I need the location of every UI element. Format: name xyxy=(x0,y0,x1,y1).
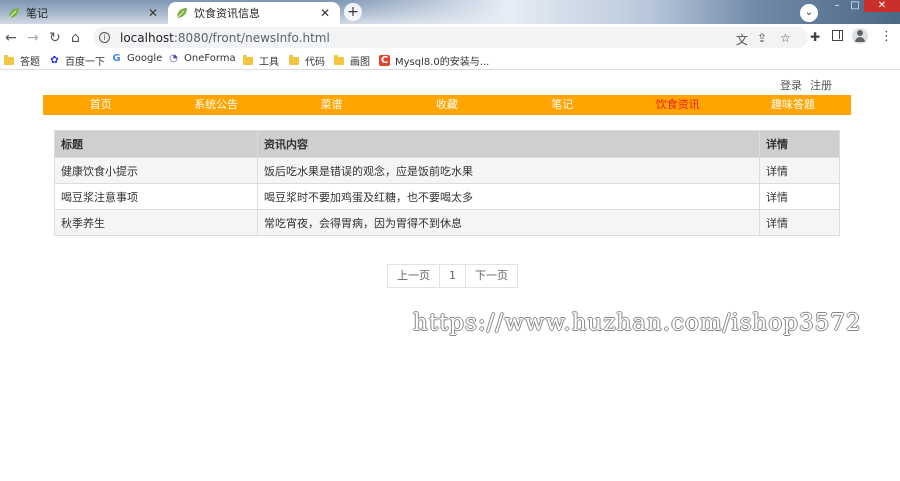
bookmark-label: 百度一下 xyxy=(65,57,105,68)
folder-icon xyxy=(243,54,253,65)
cell-title: 健康饮食小提示 xyxy=(54,157,258,184)
column-header-content: 资讯内容 xyxy=(257,130,760,158)
cell-title: 秋季养生 xyxy=(54,209,258,236)
tab-title: 笔记 xyxy=(26,7,48,20)
leaf-icon xyxy=(176,8,187,19)
folder-icon xyxy=(334,54,344,65)
nav-item-recipes[interactable]: 菜谱 xyxy=(274,95,389,115)
bookmark-folder[interactable]: 代码 xyxy=(289,53,325,68)
profile-avatar-icon[interactable] xyxy=(852,28,868,44)
close-tab-icon[interactable]: ✕ xyxy=(146,6,160,20)
main-nav: 首页 系统公告 菜谱 收藏 笔记 饮食资讯 趣味答题 xyxy=(43,95,851,115)
cell-title: 喝豆浆注意事项 xyxy=(54,183,258,210)
watermark-text: https://www.huzhan.com/ishop3572 xyxy=(413,310,862,336)
new-tab-button[interactable]: + xyxy=(344,3,362,21)
maximize-icon[interactable]: □ xyxy=(846,0,864,12)
tab-news-info[interactable]: 饮食资讯信息 ✕ xyxy=(168,2,340,24)
back-arrow-icon[interactable]: ← xyxy=(5,30,17,46)
browser-tab-bar: 笔记 ✕ 饮食资讯信息 ✕ + ⌄ – □ ✕ xyxy=(0,0,900,24)
bookmark-folder[interactable]: 工具 xyxy=(243,53,279,68)
bookmarks-bar: 答题 ✿ 百度一下 G Google ◔ OneForma 工具 代码 画图 C… xyxy=(0,50,900,70)
kebab-menu-icon[interactable]: ⋮ xyxy=(880,29,893,44)
nav-item-announcements[interactable]: 系统公告 xyxy=(158,95,273,115)
site-info-icon[interactable]: i xyxy=(99,32,110,43)
login-link[interactable]: 登录 xyxy=(780,79,802,92)
table-header-row: 标题 资讯内容 详情 xyxy=(54,130,840,158)
home-icon[interactable]: ⌂ xyxy=(71,30,80,46)
url-bar[interactable]: i localhost:8080/front/newsInfo.html ⽂ ⇪… xyxy=(93,27,808,48)
column-header-title: 标题 xyxy=(54,130,258,158)
bookmark-label: 工具 xyxy=(259,57,279,68)
tab-notes[interactable]: 笔记 ✕ xyxy=(0,2,168,24)
bookmark-label: Mysql8.0的安装与... xyxy=(395,57,490,68)
nav-item-quiz[interactable]: 趣味答题 xyxy=(735,95,850,115)
news-table: 标题 资讯内容 详情 健康饮食小提示 饭后吃水果是错误的观念，应是饭前吃水果 详… xyxy=(54,130,840,236)
detail-link[interactable]: 详情 xyxy=(759,183,840,210)
leaf-icon xyxy=(8,8,19,19)
cell-content: 常吃宵夜，会得胃病，因为胃得不到休息 xyxy=(257,209,760,236)
table-row: 喝豆浆注意事项 喝豆浆时不要加鸡蛋及红糖，也不要喝太多 详情 xyxy=(54,183,840,210)
url-host: localhost xyxy=(120,30,174,45)
cell-content: 喝豆浆时不要加鸡蛋及红糖，也不要喝太多 xyxy=(257,183,760,210)
url-path: :8080/front/newsInfo.html xyxy=(173,30,330,45)
bookmark-link[interactable]: C Mysql8.0的安装与... xyxy=(379,53,489,68)
detail-link[interactable]: 详情 xyxy=(759,157,840,184)
google-icon: G xyxy=(112,53,121,64)
bookmark-link[interactable]: ◔ OneForma xyxy=(168,53,236,64)
extensions-icon[interactable]: ✚ xyxy=(810,30,820,44)
bookmark-folder[interactable]: 画图 xyxy=(334,53,370,68)
auth-links: 登录 注册 xyxy=(780,77,840,93)
register-link[interactable]: 注册 xyxy=(810,79,832,92)
address-toolbar: ← → ↻ ⌂ i localhost:8080/front/newsInfo.… xyxy=(0,24,900,50)
detail-link[interactable]: 详情 xyxy=(759,209,840,236)
minimize-icon[interactable]: – xyxy=(828,0,846,12)
bookmark-label: 画图 xyxy=(350,57,370,68)
nav-item-home[interactable]: 首页 xyxy=(43,95,158,115)
bookmark-label: OneForma xyxy=(184,53,236,64)
close-tab-icon[interactable]: ✕ xyxy=(318,6,332,20)
translate-icon[interactable]: ⽂ xyxy=(736,31,748,48)
nav-item-favorites[interactable]: 收藏 xyxy=(389,95,504,115)
bookmark-label: 代码 xyxy=(305,57,325,68)
url-text[interactable]: localhost:8080/front/newsInfo.html xyxy=(120,31,330,45)
cell-content: 饭后吃水果是错误的观念，应是饭前吃水果 xyxy=(257,157,760,184)
reload-icon[interactable]: ↻ xyxy=(49,30,61,46)
tab-title: 饮食资讯信息 xyxy=(194,7,260,20)
folder-icon xyxy=(4,54,14,65)
nav-item-notes[interactable]: 笔记 xyxy=(505,95,620,115)
share-icon[interactable]: ⇪ xyxy=(757,31,767,45)
baidu-paw-icon: ✿ xyxy=(50,55,59,66)
side-panel-icon[interactable] xyxy=(832,30,843,41)
bookmark-link[interactable]: ✿ 百度一下 xyxy=(49,53,105,68)
window-close-icon[interactable]: ✕ xyxy=(864,0,900,12)
bookmark-label: Google xyxy=(127,53,163,64)
csdn-icon: C xyxy=(379,55,390,66)
bookmark-star-icon[interactable]: ☆ xyxy=(780,31,791,45)
nav-item-food-news[interactable]: 饮食资讯 xyxy=(620,95,735,115)
bookmark-link[interactable]: G Google xyxy=(111,53,162,64)
next-page-button[interactable]: 下一页 xyxy=(465,265,517,287)
oneforma-icon: ◔ xyxy=(169,53,178,64)
bookmark-folder[interactable]: 答题 xyxy=(4,53,40,68)
pagination: 上一页 1 下一页 xyxy=(387,264,518,288)
table-row: 秋季养生 常吃宵夜，会得胃病，因为胃得不到休息 详情 xyxy=(54,209,840,236)
column-header-detail: 详情 xyxy=(759,130,840,158)
forward-arrow-icon[interactable]: → xyxy=(27,30,39,46)
page-number-button[interactable]: 1 xyxy=(439,265,465,287)
folder-icon xyxy=(289,54,299,65)
table-row: 健康饮食小提示 饭后吃水果是错误的观念，应是饭前吃水果 详情 xyxy=(54,157,840,184)
tab-search-icon[interactable]: ⌄ xyxy=(800,4,818,22)
bookmark-label: 答题 xyxy=(20,57,40,68)
prev-page-button[interactable]: 上一页 xyxy=(388,265,439,287)
